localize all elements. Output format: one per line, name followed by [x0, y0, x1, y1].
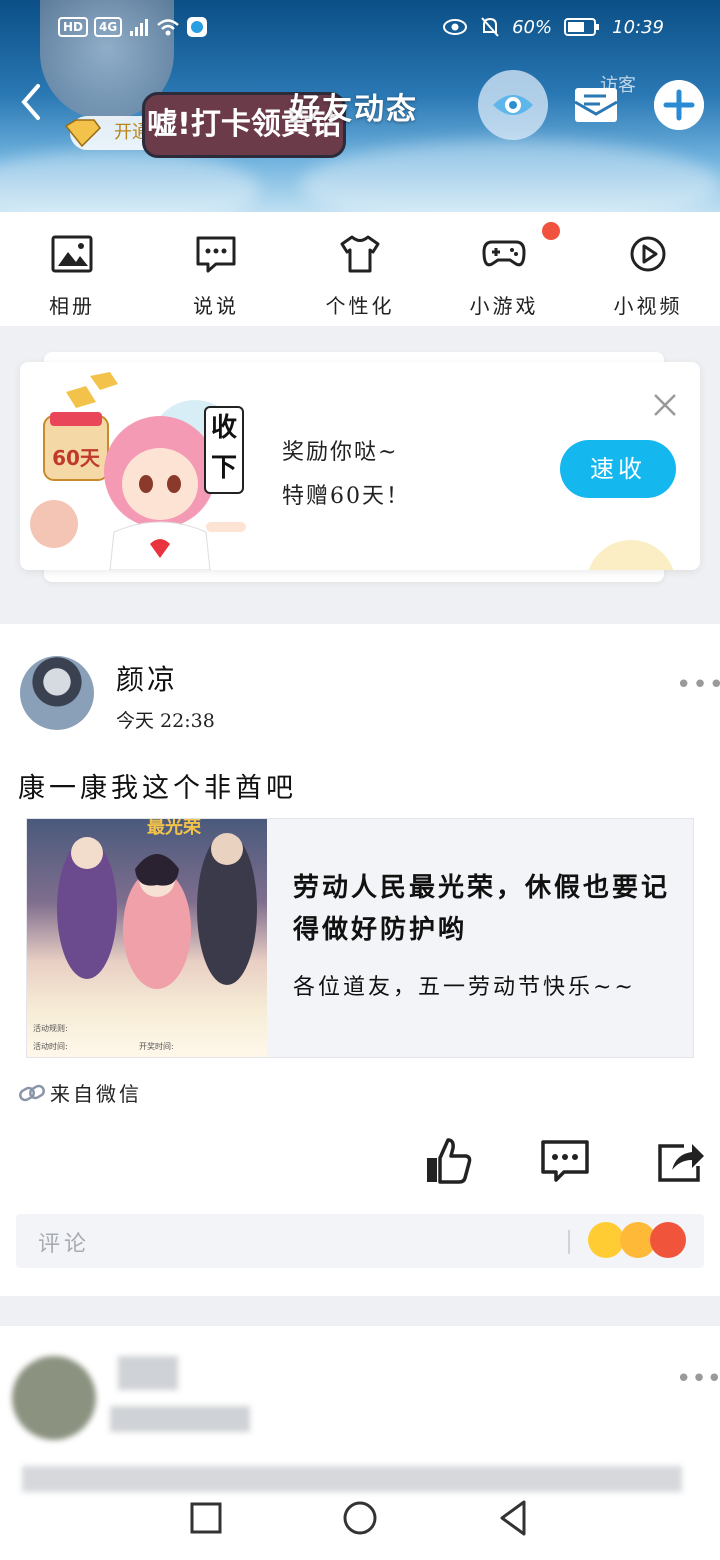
claim-stamp: 收 下: [204, 406, 244, 494]
author-name[interactable]: 颜凉: [116, 658, 178, 698]
thumb-text: 活动规则:: [33, 1024, 68, 1033]
decor-bubble: [586, 540, 676, 570]
entry-label: 小视频: [613, 294, 683, 318]
home-icon[interactable]: [340, 1498, 380, 1538]
stamp-char: 下: [210, 453, 237, 483]
entry-mini-video[interactable]: 小视频: [576, 212, 720, 326]
diamond-icon: [64, 119, 101, 148]
eye-icon: [493, 95, 533, 115]
hd-badge: HD: [58, 17, 89, 37]
post-time: 今天 22:38: [116, 710, 215, 732]
header-cloud: [300, 140, 720, 212]
header-cloud: [0, 150, 260, 212]
entry-label: 小游戏: [469, 294, 539, 318]
app-notification-icon: [187, 17, 208, 37]
blurred-time: [110, 1406, 250, 1432]
shared-link-card[interactable]: 最光荣 活动规则: 活动时间: 开奖时间: 劳动人民最光荣，休假也要记得做好防护…: [26, 818, 694, 1058]
gamepad-icon: [482, 240, 526, 267]
more-options-icon[interactable]: •••: [676, 1364, 720, 1394]
game-characters-illustration: [57, 833, 257, 989]
mute-bell-icon: [481, 17, 499, 37]
divider: [568, 1230, 570, 1254]
close-icon[interactable]: [652, 392, 678, 418]
profile-header: HD 4G 60% 10:39 开通 嘘!打卡领黄钻 好友动态 访客 总: [0, 0, 720, 212]
messages-icon[interactable]: [572, 78, 622, 128]
reward-section: 60天 收 下 奖励你哒~ 特赠60天！ 速收: [0, 338, 720, 594]
wifi-icon: [157, 19, 180, 36]
chat-bubble-icon: [196, 236, 236, 273]
reward-line-1: 奖励你哒~: [282, 440, 399, 465]
system-nav-bar: [0, 1480, 720, 1560]
back-arrow-icon[interactable]: [14, 80, 50, 124]
comment-placeholder: 评论: [38, 1232, 91, 1257]
page-title: 好友动态: [290, 92, 418, 127]
feed-post: 颜凉 今天 22:38 ••• 康一康我这个非酋吧 最光荣 活动规则: 活动时间…: [0, 624, 720, 1296]
blurred-name: [118, 1356, 178, 1390]
more-options-icon[interactable]: •••: [676, 670, 720, 700]
signal-icon: [130, 19, 149, 36]
thumb-text: 开奖时间:: [139, 1042, 174, 1051]
shared-title: 劳动人民最光荣，休假也要记得做好防护哟: [293, 873, 671, 945]
blurred-avatar[interactable]: [12, 1356, 96, 1440]
quick-claim-button[interactable]: 速收: [560, 440, 676, 498]
add-post-icon[interactable]: [654, 80, 704, 130]
battery-icon: [564, 18, 600, 36]
stamp-char: 收: [210, 413, 237, 443]
back-nav-icon[interactable]: [494, 1498, 534, 1538]
comment-input[interactable]: 评论: [16, 1214, 704, 1268]
new-badge-dot: [542, 222, 560, 240]
entry-label: 相册: [49, 294, 95, 318]
emoji-grin-icon[interactable]: [588, 1222, 624, 1258]
entry-shuoshuo[interactable]: 说说: [144, 212, 288, 326]
entry-label: 说说: [193, 294, 239, 318]
eye-comfort-icon: [443, 19, 468, 35]
network-badge: 4G: [94, 17, 123, 37]
photo-album-icon: [51, 235, 93, 273]
emoji-angry-icon[interactable]: [650, 1222, 686, 1258]
comment-icon[interactable]: [540, 1136, 590, 1186]
link-icon: [19, 1084, 45, 1101]
reward-card[interactable]: 60天 收 下 奖励你哒~ 特赠60天！ 速收: [20, 362, 700, 570]
entry-photo-album[interactable]: 相册: [0, 212, 144, 326]
post-text: 康一康我这个非酋吧: [18, 773, 297, 804]
shared-thumbnail: 最光荣 活动规则: 活动时间: 开奖时间:: [27, 819, 267, 1057]
shared-subtitle: 各位道友，五一劳动节快乐~~: [293, 975, 636, 1000]
source-label: 来自微信: [50, 1082, 142, 1106]
reward-line-2: 特赠60天！: [282, 484, 410, 509]
like-thumb-icon[interactable]: [424, 1136, 474, 1186]
battery-percent: 60%: [512, 16, 553, 38]
feature-icon-row: 相册 说说 个性化 小游戏 小视频: [0, 212, 720, 326]
clock-time: 10:39: [612, 16, 664, 38]
post-source[interactable]: 来自微信: [18, 1078, 142, 1107]
share-arrow-icon[interactable]: [656, 1136, 706, 1186]
jar-label: 60天: [52, 446, 100, 470]
play-circle-icon: [630, 236, 666, 272]
visibility-toggle-button[interactable]: [478, 70, 548, 140]
entry-label: 个性化: [325, 294, 395, 318]
entry-personalize[interactable]: 个性化: [288, 212, 432, 326]
tshirt-icon: [340, 235, 380, 273]
status-bar: HD 4G 60% 10:39: [0, 14, 720, 46]
author-avatar[interactable]: [20, 656, 94, 730]
thumb-text: 活动时间:: [33, 1042, 68, 1051]
recent-apps-icon[interactable]: [186, 1498, 226, 1538]
